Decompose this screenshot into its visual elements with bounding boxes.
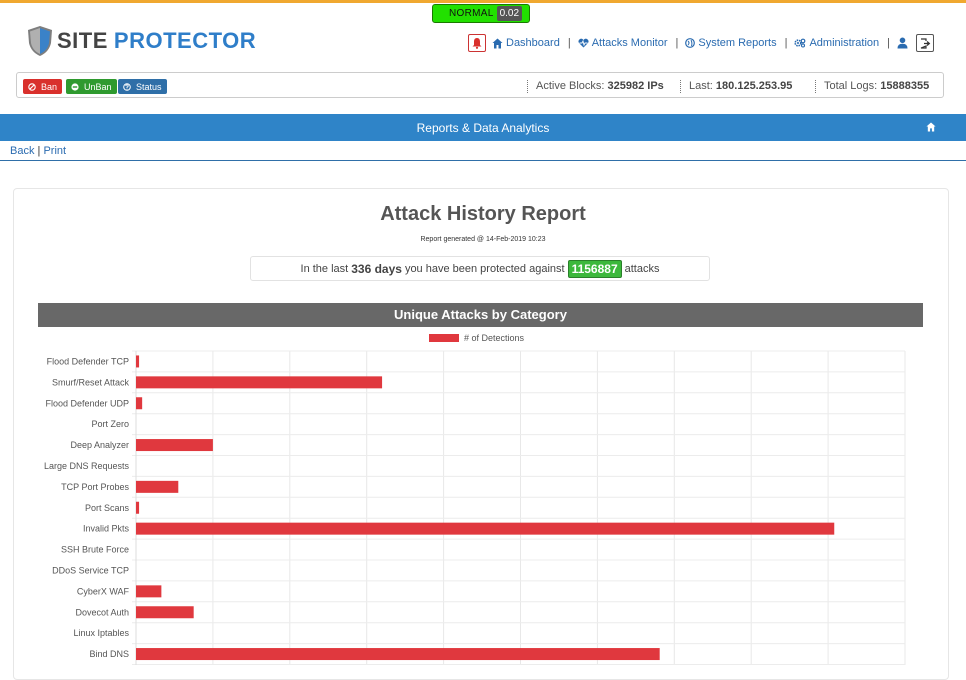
minus-circle-icon [71, 82, 79, 91]
protection-middle: you have been protected against [404, 262, 565, 275]
back-link[interactable]: Back [10, 145, 34, 157]
protection-suffix: attacks [624, 262, 660, 275]
category-label: Dovecot Auth [75, 607, 129, 617]
category-label: Deep Analyzer [70, 440, 129, 450]
status-label: NORMAL [449, 8, 494, 19]
ban-button[interactable]: Ban [23, 79, 63, 94]
logout-icon [920, 37, 930, 49]
ban-icon [28, 82, 36, 91]
category-label: Bind DNS [89, 649, 129, 659]
category-label: Flood Defender TCP [47, 356, 129, 366]
print-link[interactable]: Print [43, 145, 66, 157]
category-label: Invalid Pkts [83, 524, 130, 534]
nav-system-reports[interactable]: System Reports [685, 37, 777, 49]
nav-attacks-monitor-label: Attacks Monitor [591, 37, 668, 49]
category-label: TCP Port Probes [61, 482, 129, 492]
bell-icon [472, 38, 482, 49]
bar [136, 648, 660, 661]
action-toolbar: Ban UnBan Status Active Blocks: 325982 I… [16, 72, 944, 98]
gears-icon [794, 38, 806, 48]
brand-name-part1: SITE [57, 28, 108, 53]
category-label: Port Scans [85, 503, 130, 513]
divider [0, 160, 966, 161]
total-logs-stat: Total Logs: 15888355 [815, 80, 929, 93]
bar [136, 501, 140, 514]
status-label: Status [136, 81, 162, 92]
nav-user[interactable] [897, 37, 908, 49]
brand-logo[interactable]: SITE PROTECTOR [27, 25, 256, 57]
category-label: DDoS Service TCP [52, 565, 129, 575]
protection-count-badge: 1156887 [567, 259, 622, 278]
bar [136, 522, 835, 535]
nav-system-reports-label: System Reports [698, 37, 777, 49]
home-icon[interactable] [926, 122, 936, 132]
bar [136, 355, 140, 368]
nav-separator: | [567, 37, 571, 49]
legend-swatch [429, 334, 459, 342]
unban-label: UnBan [84, 81, 112, 92]
category-label: Linux Iptables [73, 628, 129, 638]
nav-logout[interactable] [916, 34, 935, 52]
section-bar: Reports & Data Analytics [0, 114, 966, 141]
section-title: Reports & Data Analytics [416, 121, 550, 135]
nav-dashboard-label: Dashboard [506, 37, 560, 49]
protection-days: 336 days [351, 261, 402, 276]
last-blocked-label: Last: [689, 80, 713, 92]
bar [136, 606, 194, 619]
legend-label: # of Detections [464, 333, 525, 343]
nav-attacks-monitor[interactable]: Attacks Monitor [578, 37, 668, 49]
category-label: CyberX WAF [77, 586, 130, 596]
home-icon [492, 38, 503, 48]
bar [136, 397, 143, 410]
category-label: Smurf/Reset Attack [52, 377, 130, 387]
breadcrumb: Back | Print [10, 145, 66, 157]
report-title: Attack History Report [380, 203, 586, 225]
nav-separator: | [887, 37, 891, 49]
nav-separator: | [784, 37, 788, 49]
attacks-bar-chart: # of Detections Flood Defender TCP Smurf/R… [44, 333, 906, 665]
status-value: 0.02 [496, 6, 523, 21]
active-blocks-label: Active Blocks: [536, 80, 605, 92]
brand-name-part2: PROTECTOR [113, 28, 257, 53]
shield-icon [28, 26, 52, 56]
category-label: Port Zero [91, 419, 129, 429]
active-blocks-stat: Active Blocks: 325982 IPs [527, 80, 664, 93]
last-blocked-value: 180.125.253.95 [715, 80, 793, 92]
bar [136, 376, 383, 389]
question-circle-icon [123, 82, 131, 91]
bar [136, 585, 162, 598]
status-button[interactable]: Status [118, 79, 167, 94]
nav-administration-label: Administration [809, 37, 880, 49]
category-label: SSH Brute Force [61, 545, 129, 555]
alerts-button[interactable] [468, 34, 486, 52]
user-icon [897, 37, 908, 49]
nav-administration[interactable]: Administration [794, 37, 879, 49]
bar [136, 439, 213, 452]
ban-label: Ban [41, 81, 58, 92]
status-indicator[interactable]: NORMAL 0.02 [432, 4, 530, 23]
unban-button[interactable]: UnBan [66, 79, 117, 94]
globe-icon [685, 38, 696, 48]
bar [136, 480, 179, 493]
last-blocked-stat: Last: 180.125.253.95 [680, 80, 792, 93]
main-nav: Dashboard | Attacks Monitor | System Rep… [468, 34, 935, 52]
total-logs-value: 15888355 [880, 80, 930, 92]
protection-summary: In the last 336 days you have been prote… [250, 256, 710, 281]
protection-prefix: In the last [300, 262, 349, 275]
report-generated: Report generated @ 14-Feb-2019 10:23 [420, 236, 546, 243]
heartbeat-icon [578, 38, 589, 48]
total-logs-label: Total Logs: [824, 80, 878, 92]
top-accent-line [0, 0, 966, 3]
category-label: Large DNS Requests [44, 461, 130, 471]
category-label: Flood Defender UDP [45, 398, 129, 408]
chart-title: Unique Attacks by Category [38, 303, 923, 327]
active-blocks-value: 325982 IPs [607, 80, 664, 92]
nav-dashboard[interactable]: Dashboard [492, 37, 560, 49]
nav-separator: | [675, 37, 679, 49]
